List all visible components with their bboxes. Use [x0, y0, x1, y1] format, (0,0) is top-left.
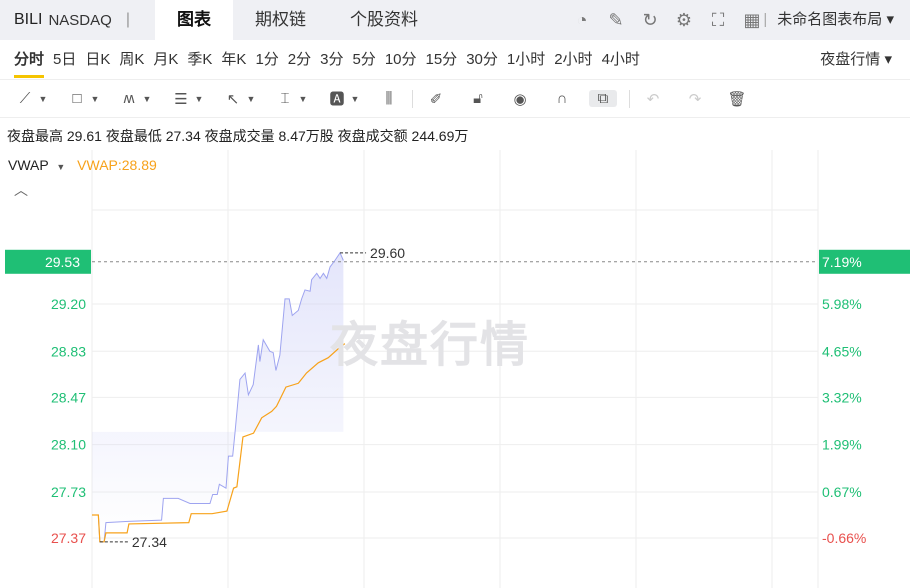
tab-options-chain[interactable]: 期权链: [233, 0, 328, 40]
symbol-ticker: BILI: [14, 11, 43, 28]
period-tab[interactable]: 5分: [352, 40, 375, 80]
trash-icon[interactable]: 🗑︎: [726, 90, 748, 108]
gauge-icon[interactable]: ◔: [572, 10, 592, 31]
chevron-down-icon[interactable]: ▼: [296, 94, 310, 104]
period-tab[interactable]: 3分: [320, 40, 343, 80]
period-tab[interactable]: 日K: [85, 40, 110, 80]
undo-icon[interactable]: ↶: [642, 90, 664, 108]
period-tab[interactable]: 15分: [426, 40, 458, 80]
chevron-down-icon[interactable]: ▼: [140, 94, 154, 104]
y-tick-label: 28.83: [51, 343, 86, 359]
chevron-down-icon[interactable]: ▼: [348, 94, 362, 104]
high-label: 29.60: [370, 245, 405, 261]
chevron-down-icon[interactable]: ▼: [192, 94, 206, 104]
fullscreen-icon[interactable]: ⛶: [708, 10, 728, 31]
divider: [412, 89, 413, 108]
chevron-down-icon[interactable]: ▼: [244, 94, 258, 104]
y-tick-pct-label: 3.32%: [822, 389, 862, 405]
period-tab[interactable]: 1分: [255, 40, 278, 80]
pattern-tool-icon[interactable]: ʍ: [118, 90, 140, 107]
indicator-dropdown[interactable]: VWAP: [8, 157, 48, 173]
y-tick-pct-label: -0.66%: [822, 530, 866, 546]
session-dropdown[interactable]: 夜盘行情 ▾: [820, 40, 892, 80]
low-label: 27.34: [132, 534, 167, 550]
y-tick-pct-label: 5.98%: [822, 296, 862, 312]
drawing-toolbar: ⟋ ▼ □ ▼ ʍ ▼ ☰ ▼ ↖ ▼ ⌶ ▼ 🅰 ▼ ⫼ ✐ 🔓︎ ◉ ∩ ⧉ ↶ ↷ 🗑︎: [0, 80, 910, 118]
settings-icon[interactable]: ⚙: [674, 10, 694, 31]
y-tick-label: 28.10: [51, 437, 86, 453]
y-tick-label: 27.73: [51, 484, 86, 500]
chevron-down-icon[interactable]: ▼: [56, 162, 65, 172]
period-tab[interactable]: 4小时: [602, 40, 640, 80]
y-tick-label: 27.37: [51, 530, 86, 546]
eye-icon[interactable]: ◉: [509, 90, 531, 108]
line-tool-icon[interactable]: ⟋: [14, 90, 36, 107]
period-tabs: 分时 5日 日K 周K 月K 季K 年K 1分 2分 3分 5分 10分 15分 30分 1小时 2小时 4小时: [0, 40, 910, 80]
arrow-tool-icon[interactable]: ↖: [222, 90, 244, 108]
text-tool-icon[interactable]: 🅰: [326, 88, 348, 109]
layout-dropdown[interactable]: | 未命名图表布局 ▾: [763, 0, 894, 40]
candlestick-icon[interactable]: ⫼: [378, 90, 400, 107]
tab-chart[interactable]: 图表: [155, 0, 233, 40]
pencil-icon[interactable]: ✐: [425, 90, 447, 108]
grid-layout-icon[interactable]: ▦: [742, 10, 762, 31]
period-tab[interactable]: 1小时: [507, 40, 545, 80]
edit-icon[interactable]: ✎: [606, 10, 626, 31]
top-bar: BILI NASDAQ | 图表 期权链 个股资料 ◔ ✎ ↻ ⚙ ⛶ ▦ | 未…: [0, 0, 910, 40]
y-tick-label: 29.20: [51, 296, 86, 312]
y-tick-label: 28.47: [51, 389, 86, 405]
period-tab[interactable]: 季K: [187, 40, 212, 80]
session-stats: 夜盘最高 29.61 夜盘最低 27.34 夜盘成交量 8.47万股 夜盘成交额…: [7, 128, 469, 144]
divider: [629, 89, 630, 108]
period-tab[interactable]: 分时: [14, 40, 45, 80]
redo-icon[interactable]: ↷: [684, 90, 706, 108]
watermark: 夜盘行情: [330, 319, 531, 372]
refresh-icon[interactable]: ↻: [640, 10, 660, 31]
period-tab[interactable]: 30分: [466, 40, 498, 80]
layout-label: 未命名图表布局 ▾: [777, 11, 894, 28]
measure-tool-icon[interactable]: ⌶: [274, 90, 296, 107]
chevron-down-icon[interactable]: ▼: [36, 94, 50, 104]
divider: |: [125, 11, 130, 28]
y-tick-pct-label: 1.99%: [822, 437, 862, 453]
period-tab[interactable]: 年K: [221, 40, 246, 80]
collapse-chevron-icon[interactable]: ︿: [14, 180, 28, 200]
period-tab[interactable]: 周K: [119, 40, 144, 80]
period-tab[interactable]: 2小时: [554, 40, 592, 80]
symbol-info: BILI NASDAQ |: [0, 11, 155, 29]
current-price-value: 29.53: [45, 254, 80, 270]
fibonacci-tool-icon[interactable]: ☰: [170, 90, 192, 108]
magnet-icon[interactable]: ∩: [551, 90, 573, 107]
current-change-value: 7.19%: [822, 254, 862, 270]
chevron-down-icon[interactable]: ▼: [88, 94, 102, 104]
y-tick-pct-label: 4.65%: [822, 343, 862, 359]
period-tab[interactable]: 10分: [385, 40, 417, 80]
unlock-icon[interactable]: 🔓︎: [467, 90, 489, 107]
rectangle-tool-icon[interactable]: □: [66, 90, 88, 107]
vwap-value: VWAP:28.89: [77, 157, 157, 173]
indicator-legend: VWAP ▼ VWAP:28.89: [8, 157, 157, 173]
period-tab[interactable]: 2分: [288, 40, 311, 80]
period-tab[interactable]: 月K: [153, 40, 178, 80]
period-tab[interactable]: 5日: [53, 40, 76, 80]
y-tick-pct-label: 0.67%: [822, 484, 862, 500]
tab-stock-profile[interactable]: 个股资料: [328, 0, 440, 40]
symbol-exchange: NASDAQ: [48, 11, 112, 29]
link-icon[interactable]: ⧉: [589, 90, 617, 107]
